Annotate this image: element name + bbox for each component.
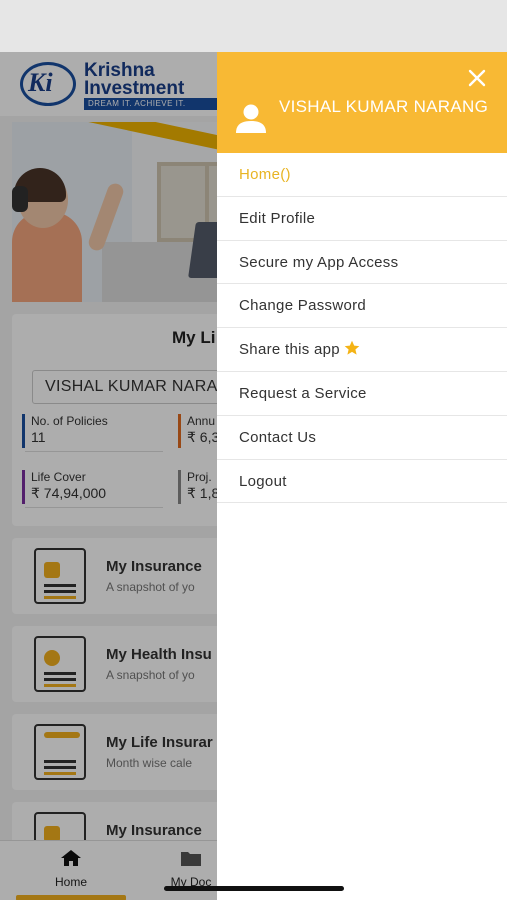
drawer-header: VISHAL KUMAR NARANG — [217, 52, 507, 153]
user-icon — [236, 104, 266, 133]
status-bar — [0, 0, 507, 52]
close-icon[interactable] — [465, 66, 489, 90]
menu-item-label: Share this app — [239, 341, 340, 359]
star-icon — [344, 340, 360, 355]
menu-item-home[interactable]: Home() — [217, 153, 507, 197]
menu-item-change-password[interactable]: Change Password — [217, 284, 507, 329]
menu-item-contact-us[interactable]: Contact Us — [217, 416, 507, 460]
navigation-drawer: VISHAL KUMAR NARANG Home() Edit Profile … — [217, 52, 507, 900]
menu-item-edit-profile[interactable]: Edit Profile — [217, 197, 507, 241]
menu-item-request-service[interactable]: Request a Service — [217, 372, 507, 416]
menu-item-logout[interactable]: Logout — [217, 460, 507, 504]
drawer-menu: Home() Edit Profile Secure my App Access… — [217, 153, 507, 504]
home-indicator — [164, 886, 344, 891]
menu-item-secure-app-access[interactable]: Secure my App Access — [217, 241, 507, 285]
menu-item-share-app[interactable]: Share this app — [217, 328, 507, 372]
drawer-user-name: VISHAL KUMAR NARANG — [279, 97, 489, 116]
